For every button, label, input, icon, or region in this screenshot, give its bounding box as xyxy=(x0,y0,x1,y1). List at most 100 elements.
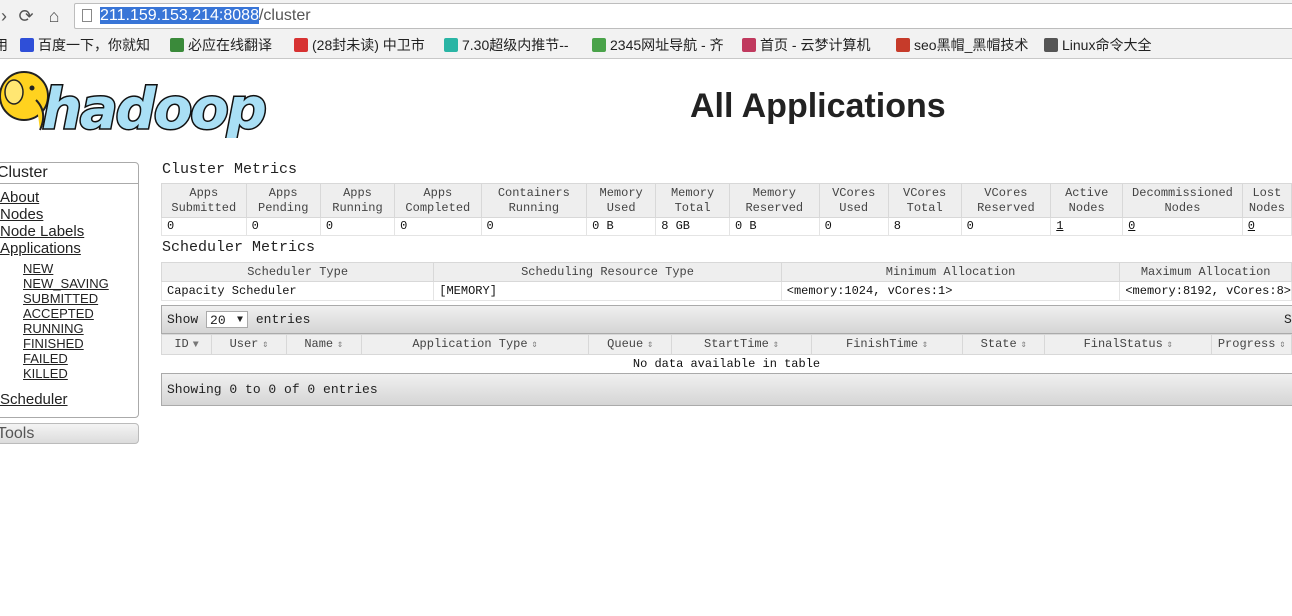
cluster-metrics-value-row: 0 0 0 0 0 0 B 8 GB 0 B 0 8 0 1 0 0 xyxy=(161,217,1292,236)
cluster-metric-header: Active Nodes xyxy=(1050,183,1124,218)
apps-column-header[interactable]: State ⇕ xyxy=(962,334,1046,355)
cluster-metric-header: VCores Reserved xyxy=(960,183,1052,218)
bookmark-0[interactable]: 用 xyxy=(0,36,8,54)
header-line-2: Nodes xyxy=(1164,200,1201,215)
sort-icon[interactable]: ⇕ xyxy=(773,340,779,351)
cluster-metric-value: 0 B xyxy=(586,217,657,236)
sidebar-link-about[interactable]: About xyxy=(0,189,39,206)
sort-icon[interactable]: ⇕ xyxy=(262,340,268,351)
cluster-metric-header: Containers Running xyxy=(480,183,588,218)
browser-toolbar: › ⟳ ⌂ 211.159.153.214:8088/cluster xyxy=(0,0,1292,32)
header-line-2: Reserved xyxy=(745,200,804,215)
scheduler-type-value: Capacity Scheduler xyxy=(160,281,435,301)
cluster-metric-header: Memory Used xyxy=(586,183,657,218)
apps-column-header[interactable]: User ⇕ xyxy=(211,334,287,355)
header-line-1: VCores xyxy=(984,185,1028,200)
sort-icon[interactable]: ⇕ xyxy=(1279,340,1285,351)
app-state-accepted[interactable]: ACCEPTED xyxy=(23,306,94,321)
sidebar-link-scheduler[interactable]: Scheduler xyxy=(0,391,68,408)
app-state-failed[interactable]: FAILED xyxy=(23,351,68,366)
apps-column-header[interactable]: Name ⇕ xyxy=(285,334,362,355)
apps-table-footer: Showing 0 to 0 of 0 entries xyxy=(161,373,1292,406)
empty-message: No data available in table xyxy=(161,354,1292,374)
sidebar-link-node-labels[interactable]: Node Labels xyxy=(0,223,84,240)
sidebar-heading[interactable]: Cluster xyxy=(0,163,138,184)
header-line-2: Reserved xyxy=(977,200,1035,215)
cluster-metric-value[interactable]: 1 xyxy=(1050,217,1124,236)
scheduler-metrics-header-row: Scheduler Type Scheduling Resource Type … xyxy=(160,262,1292,282)
sidebar-tools[interactable]: Tools xyxy=(0,423,139,444)
sort-icon[interactable]: ⇕ xyxy=(1167,340,1173,351)
page-size-select[interactable]: 20 ▼ xyxy=(206,311,249,329)
scheduler-min-allocation-value: <memory:1024, vCores:1> xyxy=(780,281,1121,301)
node-count-link[interactable]: 0 xyxy=(1248,219,1255,233)
sort-icon[interactable]: ⇕ xyxy=(337,340,343,351)
bookmark-label: (28封未读) 中卫市 xyxy=(312,37,425,53)
bookmark-7[interactable]: seo黑帽_黑帽技术 xyxy=(896,36,1028,54)
sidebar-link-applications[interactable]: Applications xyxy=(0,240,81,257)
sort-icon[interactable]: ⇕ xyxy=(647,340,653,351)
sidebar-cluster: Cluster About Nodes Node Labels Applicat… xyxy=(0,162,139,418)
scheduler-header-type: Scheduler Type xyxy=(160,262,435,282)
bookmark-2[interactable]: 必应在线翻译 xyxy=(170,36,272,54)
sidebar-link-nodes[interactable]: Nodes xyxy=(0,206,43,223)
bookmark-label: 必应在线翻译 xyxy=(188,37,272,53)
scheduler-header-max-allocation: Maximum Allocation xyxy=(1119,262,1292,282)
bookmark-1[interactable]: 百度一下，你就知 xyxy=(20,36,150,54)
app-state-finished[interactable]: FINISHED xyxy=(23,336,84,351)
cluster-metric-value: 8 xyxy=(887,217,962,236)
app-state-killed[interactable]: KILLED xyxy=(23,366,68,381)
header-line-1: Apps xyxy=(268,185,298,200)
cluster-metric-value[interactable]: 0 xyxy=(1122,217,1243,236)
node-count-link[interactable]: 1 xyxy=(1056,219,1063,233)
sort-icon[interactable]: ⇕ xyxy=(532,340,538,351)
cluster-metric-value: 0 B xyxy=(728,217,820,236)
url-text[interactable]: 211.159.153.214:8088/cluster xyxy=(100,7,311,25)
metric-value-text: 0 xyxy=(251,219,259,233)
apps-column-header[interactable]: FinalStatus ⇕ xyxy=(1044,334,1213,355)
cluster-metric-header: Apps Running xyxy=(319,183,396,218)
column-label: FinishTime xyxy=(846,336,919,351)
show-label: Show xyxy=(167,312,199,327)
app-state-submitted[interactable]: SUBMITTED xyxy=(23,291,98,306)
header-line-1: Memory xyxy=(670,185,715,200)
bookmark-8[interactable]: Linux命令大全 xyxy=(1044,36,1151,54)
column-label: Progress xyxy=(1217,336,1276,351)
sort-icon[interactable]: ⇕ xyxy=(1021,340,1027,351)
header-line-1: Active xyxy=(1065,185,1109,200)
reload-icon[interactable]: ⟳ xyxy=(16,6,36,26)
header-line-1: Containers xyxy=(497,185,570,200)
node-count-link[interactable]: 0 xyxy=(1128,219,1135,233)
bookmark-5[interactable]: 2345网址导航 - 齐 xyxy=(592,36,724,54)
header-line-2: Total xyxy=(906,200,943,215)
header-line-2: Submitted xyxy=(171,200,237,215)
sort-icon[interactable]: ⇕ xyxy=(922,340,928,351)
page-title: All Applications xyxy=(690,87,946,125)
apps-column-header[interactable]: StartTime ⇕ xyxy=(671,334,812,355)
bookmark-6[interactable]: 首页 - 云梦计算机 xyxy=(742,36,870,54)
apps-column-header[interactable]: Queue ⇕ xyxy=(588,334,673,355)
bookmark-3[interactable]: (28封未读) 中卫市 xyxy=(294,36,425,54)
app-state-running[interactable]: RUNNING xyxy=(23,321,84,336)
cluster-metric-header: Memory Total xyxy=(655,183,730,218)
table-info: Showing 0 to 0 of 0 entries xyxy=(167,382,378,397)
apps-column-header[interactable]: ID ▼ xyxy=(160,334,213,355)
linux-icon xyxy=(1044,38,1058,52)
cluster-metric-header: Lost Nodes xyxy=(1241,183,1292,218)
metric-value-text: 8 GB xyxy=(661,219,691,233)
column-label: User xyxy=(229,336,259,351)
bookmark-4[interactable]: 7.30超级内推节-- xyxy=(444,36,569,54)
hadoop-logo: hadoop xyxy=(0,71,268,138)
sort-icon[interactable]: ▼ xyxy=(193,340,199,351)
apps-column-header[interactable]: Application Type ⇕ xyxy=(360,334,590,355)
cluster-metric-header: Apps Pending xyxy=(245,183,321,218)
apps-column-header[interactable]: FinishTime ⇕ xyxy=(810,334,964,355)
forward-icon[interactable]: › xyxy=(0,6,14,26)
home-icon[interactable]: ⌂ xyxy=(44,6,64,26)
bookmark-label: 用 xyxy=(0,37,8,53)
address-bar[interactable]: 211.159.153.214:8088/cluster xyxy=(74,3,1292,29)
apps-column-header[interactable]: Progress ⇕ xyxy=(1211,334,1292,355)
cluster-metric-value[interactable]: 0 xyxy=(1241,217,1292,236)
app-state-new[interactable]: NEW xyxy=(23,261,53,276)
app-state-new-saving[interactable]: NEW_SAVING xyxy=(23,276,109,291)
